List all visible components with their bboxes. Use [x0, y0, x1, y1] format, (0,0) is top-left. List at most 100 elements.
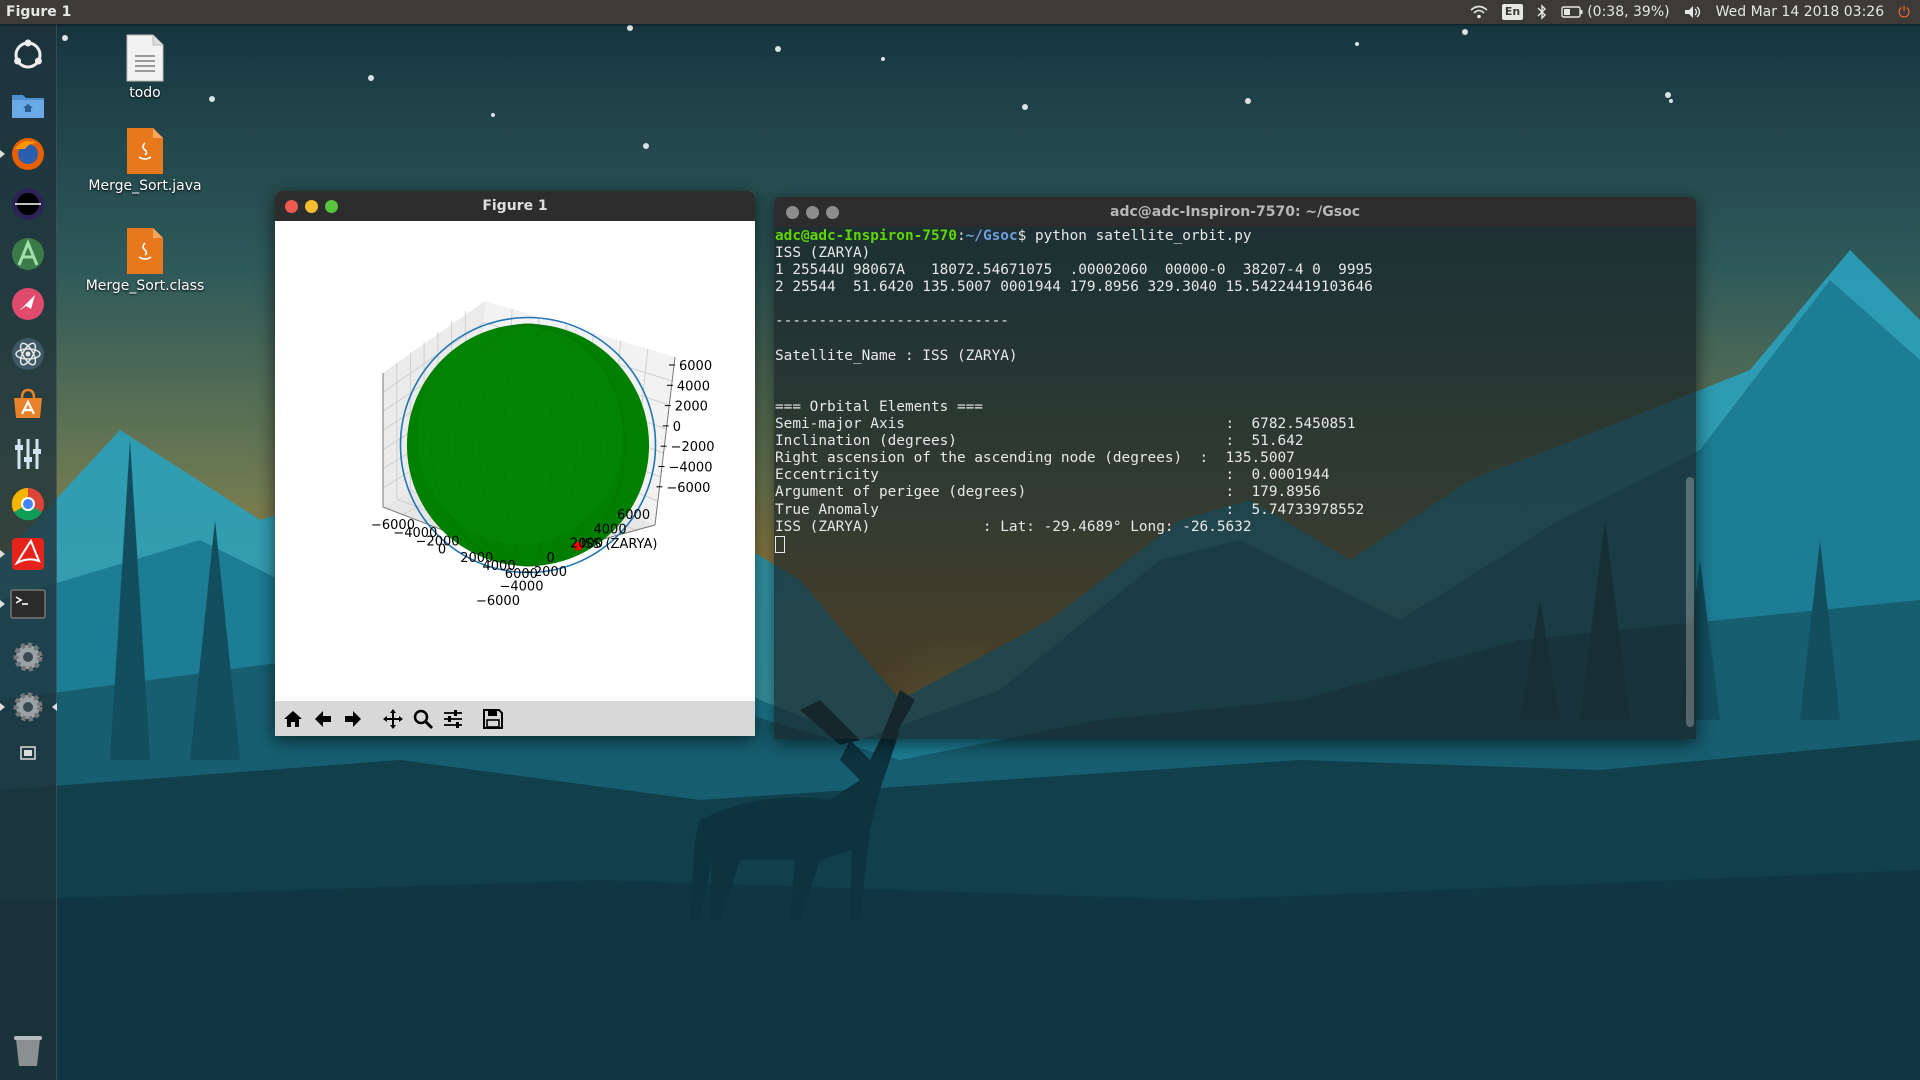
- z-tick-label: 0: [673, 420, 681, 435]
- figure-window-title: Figure 1: [482, 198, 548, 214]
- figure-titlebar[interactable]: Figure 1: [275, 191, 755, 221]
- running-indicator: [0, 600, 5, 608]
- z-tick-label: 6000: [679, 359, 712, 374]
- chrome-icon[interactable]: [8, 484, 48, 524]
- back-button[interactable]: [309, 705, 337, 733]
- eclipse-icon[interactable]: [8, 184, 48, 224]
- z-tick-label: −4000: [669, 461, 713, 476]
- maximize-button[interactable]: [826, 206, 839, 219]
- firefox-icon[interactable]: [8, 134, 48, 174]
- terminal-body[interactable]: adc@adc-Inspiron-7570:~/Gsoc$ python sat…: [774, 227, 1696, 739]
- pdf-reader-icon[interactable]: [8, 534, 48, 574]
- zoom-button[interactable]: [409, 705, 437, 733]
- y-tick-label: 6000: [617, 508, 650, 523]
- keyboard-layout-indicator[interactable]: En: [1501, 4, 1524, 20]
- pan-button[interactable]: [379, 705, 407, 733]
- sphere-shade: [417, 326, 623, 544]
- desktop-icon-label: todo: [129, 85, 161, 101]
- terminal-window-title: adc@adc-Inspiron-7570: ~/Gsoc: [1110, 204, 1360, 220]
- remote-desktop-icon[interactable]: [8, 284, 48, 324]
- desktop-icon-merge-sort-java[interactable]: Merge_Sort.java: [75, 127, 215, 194]
- terminal-line: Argument of perigee (degrees) : 179.8956: [775, 484, 1321, 501]
- z-tick-label: 2000: [675, 400, 708, 415]
- active-app-title: Figure 1: [6, 4, 72, 20]
- minimize-button[interactable]: [305, 200, 318, 213]
- minimize-button[interactable]: [806, 206, 819, 219]
- terminal-scrollbar[interactable]: [1686, 477, 1694, 727]
- wifi-icon[interactable]: [1470, 5, 1488, 19]
- terminal-line: 1 25544U 98067A 18072.54671075 .00002060…: [775, 262, 1373, 279]
- focused-indicator: [52, 703, 57, 711]
- prompt-user: adc@adc-Inspiron-7570: [775, 228, 957, 244]
- system-settings-gear-icon[interactable]: [8, 687, 48, 727]
- running-indicator: [0, 150, 5, 158]
- y-tick-label: 2000: [570, 537, 603, 552]
- matplotlib-toolbar: [275, 701, 755, 736]
- x-tick-label: 6000: [505, 567, 538, 582]
- desktop-icon-label: Merge_Sort.java: [88, 178, 202, 194]
- java-file-icon: [127, 128, 163, 174]
- text-cursor: [775, 535, 785, 553]
- launcher: [0, 24, 57, 1080]
- terminal-output: adc@adc-Inspiron-7570:~/Gsoc$ python sat…: [775, 228, 1373, 555]
- battery-icon: [1561, 6, 1583, 18]
- command-text: python satellite_orbit.py: [1034, 228, 1252, 244]
- terminal-icon[interactable]: [8, 584, 48, 624]
- x-tick-label: 0: [438, 543, 446, 558]
- android-studio-icon[interactable]: [8, 234, 48, 274]
- plot-canvas[interactable]: ISS (ZARYA) 6000400020000−2000−4000−6000…: [275, 221, 755, 701]
- home-button[interactable]: [279, 705, 307, 733]
- text-file-icon: [126, 34, 164, 82]
- z-tick-label: 4000: [677, 379, 710, 394]
- y-tick-label: −6000: [476, 594, 520, 609]
- terminal-line: ISS (ZARYA): [775, 245, 871, 262]
- files-icon[interactable]: [8, 85, 48, 125]
- z-tick-label: −6000: [666, 481, 710, 496]
- terminal-titlebar[interactable]: adc@adc-Inspiron-7570: ~/Gsoc: [774, 197, 1696, 227]
- workspaces-icon[interactable]: [8, 734, 48, 774]
- trash-icon[interactable]: [8, 1030, 48, 1070]
- clock[interactable]: Wed Mar 14 2018 03:26: [1716, 4, 1885, 20]
- terminal-line: True Anomaly : 5.74733978552: [775, 501, 1365, 518]
- terminal-line: ISS (ZARYA) : Lat: -29.4689° Long: -26.5…: [775, 518, 1252, 535]
- terminal-line: Satellite_Name : ISS (ZARYA): [775, 347, 1018, 364]
- terminal-line: 2 25544 51.6420 135.5007 0001944 179.895…: [775, 279, 1373, 296]
- forward-button[interactable]: [339, 705, 367, 733]
- top-panel: Figure 1 En (0:38, 39%) Wed Mar 14 2018 …: [0, 0, 1920, 24]
- maximize-button[interactable]: [325, 200, 338, 213]
- ubuntu-dash-icon[interactable]: [8, 35, 48, 75]
- terminal-line: Right ascension of the ascending node (d…: [775, 450, 1295, 467]
- terminal-line: === Orbital Elements ===: [775, 398, 983, 415]
- terminal-line: ---------------------------: [775, 313, 1009, 330]
- software-center-icon[interactable]: [8, 384, 48, 424]
- prompt-path: ~/Gsoc: [965, 228, 1018, 244]
- move-icon: [383, 708, 403, 729]
- terminal-line: Eccentricity : 0.0001944: [775, 467, 1330, 484]
- mixer-icon[interactable]: [8, 434, 48, 474]
- system-tray: En (0:38, 39%) Wed Mar 14 2018 03:26 ⏻: [1470, 3, 1920, 21]
- sliders-icon: [444, 709, 462, 728]
- desktop-icon-label: Merge_Sort.class: [85, 278, 205, 294]
- terminal-line: Semi-major Axis : 6782.5450851: [775, 416, 1356, 433]
- battery-indicator[interactable]: (0:38, 39%): [1561, 4, 1670, 20]
- settings-gear-icon[interactable]: [8, 637, 48, 677]
- bluetooth-icon[interactable]: [1537, 4, 1547, 20]
- output-lines: ISS (ZARYA) 1 25544U 98067A 18072.546710…: [775, 245, 1373, 535]
- close-button[interactable]: [285, 200, 298, 213]
- z-tick-label: −2000: [671, 440, 715, 455]
- volume-icon[interactable]: [1684, 5, 1702, 19]
- arrow-left-icon: [315, 710, 331, 727]
- atom-icon[interactable]: [8, 334, 48, 374]
- configure-subplots-button[interactable]: [439, 705, 467, 733]
- close-button[interactable]: [786, 206, 799, 219]
- desktop-icon-merge-sort-class[interactable]: Merge_Sort.class: [75, 227, 215, 294]
- power-icon[interactable]: ⏻: [1898, 3, 1910, 21]
- desktop-icon-todo[interactable]: todo: [75, 34, 215, 101]
- y-tick-label: 4000: [594, 522, 627, 537]
- figure-window: Figure 1 ISS (ZARYA) 6000 4000 2000 0 −2000−…: [275, 191, 755, 736]
- running-indicator: [0, 703, 5, 711]
- terminal-window: adc@adc-Inspiron-7570: ~/Gsoc adc@adc-In…: [774, 197, 1696, 739]
- running-indicator: [0, 550, 5, 558]
- magnifier-icon: [413, 709, 434, 729]
- save-button[interactable]: [479, 705, 507, 733]
